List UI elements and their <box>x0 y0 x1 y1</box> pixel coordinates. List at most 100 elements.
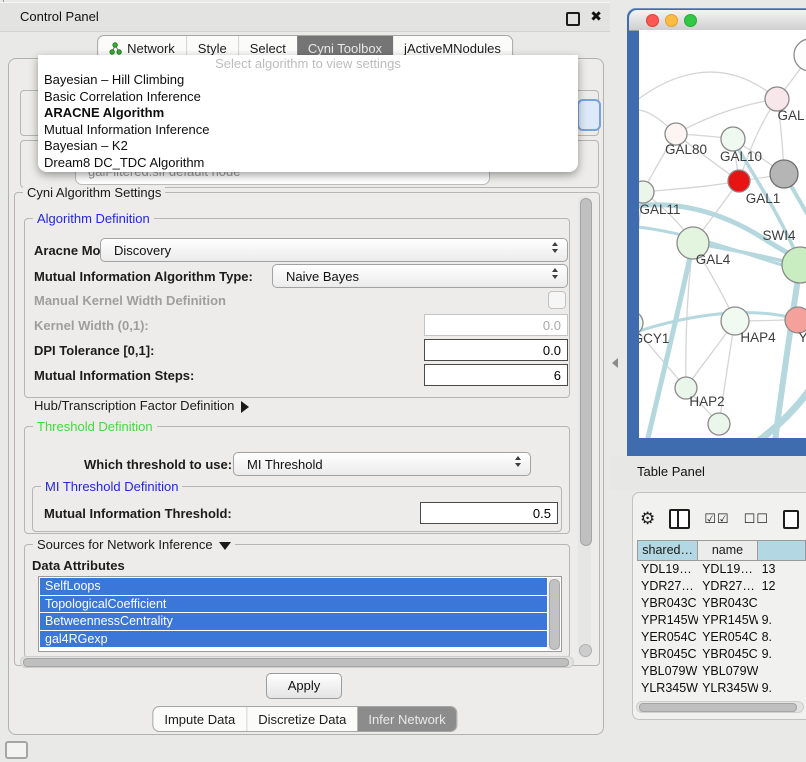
minimize-traffic-light[interactable] <box>665 14 678 27</box>
attribute-item[interactable]: BetweennessCentrality <box>40 613 547 630</box>
hub-definition-expander[interactable]: Hub/Transcription Factor Definition <box>34 398 249 413</box>
algorithm-option[interactable]: Bayesian – K2 <box>38 138 578 155</box>
node-label: GAL11 <box>639 202 680 217</box>
tab-infer-network[interactable]: Infer Network <box>357 707 456 731</box>
table-cell: YBR045C <box>637 646 698 663</box>
attribute-item[interactable]: gal4RGexp <box>40 631 547 648</box>
deselect-all-icon[interactable]: ☐☐ <box>744 512 769 527</box>
column-header-name[interactable]: name <box>698 540 757 561</box>
apply-button[interactable]: Apply <box>266 673 342 699</box>
chevron-updown-icon <box>552 242 558 253</box>
data-attributes-list[interactable]: SelfLoopsTopologicalCoefficientBetweenne… <box>38 576 562 652</box>
column-header-clipped[interactable] <box>758 540 806 561</box>
table-cell: 9. <box>758 680 806 697</box>
aracne-mode-select[interactable]: Discovery <box>100 238 568 262</box>
dropdown-placeholder: Select algorithm to view settings <box>38 55 578 72</box>
algorithm-option[interactable]: Basic Correlation Inference <box>38 89 578 106</box>
algorithm-option[interactable]: ARACNE Algorithm <box>38 105 578 122</box>
manual-kernel-label: Manual Kernel Width Definition <box>34 293 226 308</box>
tab-impute-data[interactable]: Impute Data <box>153 707 246 731</box>
select-all-icon[interactable]: ☑☑ <box>704 512 729 527</box>
network-node[interactable] <box>770 160 798 188</box>
float-window-icon[interactable] <box>566 12 580 26</box>
panel-title: Control Panel <box>20 9 99 24</box>
algorithm-dropdown: Select algorithm to view settings Bayesi… <box>38 55 578 172</box>
attribute-item[interactable]: TopologicalCoefficient <box>40 596 547 613</box>
algorithm-definition-legend: Algorithm Definition <box>33 211 154 227</box>
mi-threshold-input[interactable]: 0.5 <box>420 502 558 524</box>
which-threshold-select[interactable]: MI Threshold <box>233 452 531 476</box>
network-node[interactable] <box>639 181 654 203</box>
algorithm-option[interactable]: Dream8 DC_TDC Algorithm <box>38 155 578 172</box>
collapse-down-icon <box>219 542 231 550</box>
table-row[interactable]: YDL19…YDL19…13 <box>637 561 806 578</box>
settings-vertical-scrollbar[interactable] <box>578 196 591 658</box>
tab-discretize-data[interactable]: Discretize Data <box>246 707 357 731</box>
table-row[interactable]: YBR045CYBR045C9. <box>637 646 806 663</box>
table-cell: YBR043C <box>698 595 758 612</box>
table-rows: YDL19…YDL19…13YDR27…YDR27…12YBR043CYBR04… <box>637 561 806 700</box>
attr-items: SelfLoopsTopologicalCoefficientBetweenne… <box>39 578 561 647</box>
close-traffic-light[interactable] <box>646 14 659 27</box>
column-header-shared-name[interactable]: shared… <box>637 540 698 561</box>
network-canvas[interactable]: GALGAL80GAL10GAL1GAL11GAL4SWI4GCY1HAP4YH… <box>639 30 806 438</box>
network-node[interactable] <box>794 39 806 71</box>
expand-right-icon <box>241 401 249 413</box>
chevron-updown-icon <box>515 456 521 467</box>
algorithm-combobox-edge[interactable] <box>577 99 601 131</box>
table-cell: YLR345W <box>637 680 698 697</box>
node-label: GAL <box>777 108 805 123</box>
table-row[interactable]: YIL052CYIL052C <box>637 697 806 700</box>
manual-kernel-checkbox[interactable] <box>548 291 566 309</box>
table-row[interactable]: YDR27…YDR27…12 <box>637 578 806 595</box>
splitter-collapse-icon[interactable] <box>612 358 618 368</box>
control-panel-titlebar: Control Panel ✖ <box>0 2 610 32</box>
table-cell: YDL19… <box>698 561 758 578</box>
mi-threshold-label: Mutual Information Threshold: <box>44 506 232 521</box>
close-icon[interactable]: ✖ <box>590 8 602 26</box>
file-icon[interactable] <box>783 510 799 529</box>
kernel-width-label: Kernel Width (0,1): <box>34 318 149 333</box>
attribute-item[interactable]: SelfLoops <box>40 578 547 595</box>
network-node[interactable] <box>728 170 750 192</box>
table-panel-title: Table Panel <box>637 464 705 479</box>
list-vertical-scrollbar[interactable] <box>548 578 560 650</box>
table-cell: YLR345W <box>698 680 758 697</box>
mi-type-select[interactable]: Naive Bayes <box>272 264 568 288</box>
cyni-bottom-tabbar: Impute Data Discretize Data Infer Networ… <box>152 706 457 732</box>
table-cell: 9. <box>758 646 806 663</box>
node-label: Y <box>798 330 806 345</box>
table-row[interactable]: YLR345WYLR345W9. <box>637 680 806 697</box>
table-cell: YBL079W <box>637 663 698 680</box>
sources-legend[interactable]: Sources for Network Inference <box>33 537 235 553</box>
network-node[interactable] <box>708 413 730 435</box>
node-label: GAL80 <box>665 142 707 157</box>
gear-icon[interactable]: ⚙ <box>640 509 655 529</box>
table-cell: YBL079W <box>698 663 758 680</box>
algorithm-option[interactable]: Mutual Information Inference <box>38 122 578 139</box>
dock-panel-icon[interactable] <box>5 741 28 759</box>
control-panel: Control Panel ✖ Network Style Select Cyn… <box>0 0 610 762</box>
table-cell: 9. <box>758 612 806 629</box>
table-horizontal-scrollbar[interactable] <box>636 701 804 713</box>
node-label: HAP4 <box>740 330 776 345</box>
network-node[interactable] <box>721 127 745 151</box>
tab-label: Network <box>127 41 175 56</box>
mi-steps-input[interactable]: 6 <box>424 364 568 386</box>
node-label: GCY1 <box>639 331 669 346</box>
table-cell <box>758 595 806 612</box>
node-table: shared… name YDL19…YDL19…13YDR27…YDR27…1… <box>637 540 806 700</box>
table-header-row: shared… name <box>637 540 806 561</box>
algorithm-dropdown-list: Bayesian – Hill ClimbingBasic Correlatio… <box>38 72 578 171</box>
kernel-width-input[interactable]: 0.0 <box>424 314 568 336</box>
table-row[interactable]: YBL079WYBL079W <box>637 663 806 680</box>
settings-horizontal-scrollbar[interactable] <box>20 656 574 668</box>
split-columns-icon[interactable] <box>669 509 690 529</box>
zoom-traffic-light[interactable] <box>684 14 697 27</box>
dpi-tolerance-input[interactable]: 0.0 <box>424 339 568 361</box>
table-row[interactable]: YBR043CYBR043C <box>637 595 806 612</box>
table-cell <box>758 663 806 680</box>
algorithm-option[interactable]: Bayesian – Hill Climbing <box>38 72 578 89</box>
table-row[interactable]: YPR145WYPR145W9. <box>637 612 806 629</box>
table-row[interactable]: YER054CYER054C8. <box>637 629 806 646</box>
